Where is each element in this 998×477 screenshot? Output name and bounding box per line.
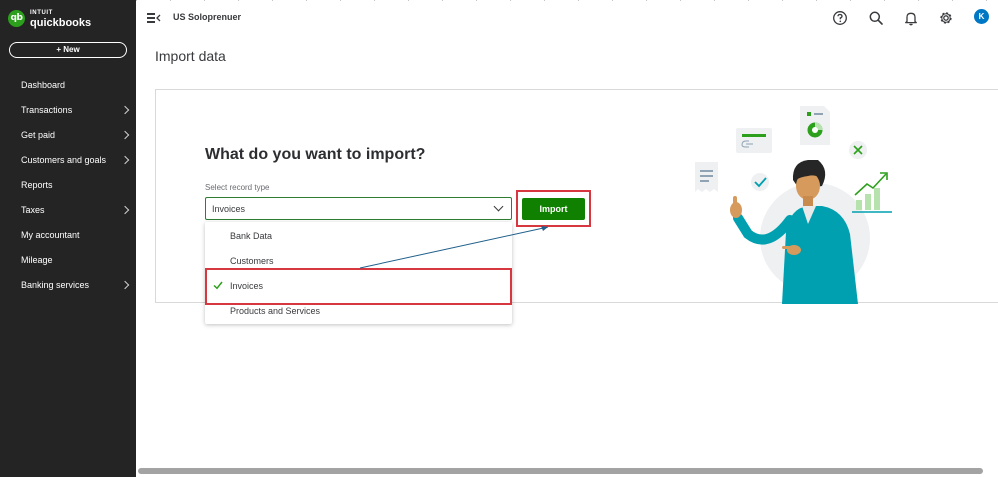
sidebar-item-label: Reports <box>21 180 53 190</box>
chevron-right-icon <box>120 105 130 115</box>
search-icon[interactable] <box>868 10 884 26</box>
import-illustration <box>695 106 892 304</box>
new-button[interactable]: + New <box>9 42 127 58</box>
sidebar-item-banking-services[interactable]: Banking services <box>0 273 136 298</box>
sidebar-item-get-paid[interactable]: Get paid <box>0 123 136 148</box>
sidebar-item-customers-and-goals[interactable]: Customers and goals <box>0 148 136 173</box>
record-type-dropdown: Bank Data Customers Invoices Products an… <box>205 222 512 324</box>
sidebar-item-label: Taxes <box>21 205 45 215</box>
sidebar-item-label: Banking services <box>21 280 90 290</box>
sidebar-item-taxes[interactable]: Taxes <box>0 198 136 223</box>
chevron-right-icon <box>120 205 130 215</box>
record-type-selected-value: Invoices <box>212 204 246 214</box>
bell-icon[interactable] <box>903 10 919 26</box>
chevron-right-icon <box>120 130 130 140</box>
record-type-select[interactable]: Invoices <box>205 197 512 220</box>
sidebar-item-dashboard[interactable]: Dashboard <box>0 73 136 98</box>
top-bar: US Soloprenuer K <box>136 0 998 36</box>
option-label: Customers <box>230 256 274 266</box>
sidebar-item-label: Transactions <box>21 105 73 115</box>
company-name[interactable]: US Soloprenuer <box>173 12 241 22</box>
sidebar-item-label: Dashboard <box>21 80 66 90</box>
sidebar: qb INTUIT quickbooks + New Dashboard Tra… <box>0 0 136 477</box>
option-label: Invoices <box>230 281 264 291</box>
sidebar-item-my-accountant[interactable]: My accountant <box>0 223 136 248</box>
logo-wordmark: INTUIT quickbooks <box>30 9 92 29</box>
chevron-right-icon <box>120 155 130 165</box>
option-invoices[interactable]: Invoices <box>205 274 512 298</box>
sidebar-item-label: Mileage <box>21 255 53 265</box>
record-type-label: Select record type <box>205 183 270 192</box>
import-button[interactable]: Import <box>522 198 585 220</box>
sidebar-item-transactions[interactable]: Transactions <box>0 98 136 123</box>
qb-logo-icon: qb <box>8 10 25 27</box>
sidebar-item-reports[interactable]: Reports <box>0 173 136 198</box>
menu-collapse-icon[interactable] <box>147 12 161 24</box>
help-icon[interactable] <box>832 10 848 26</box>
option-customers[interactable]: Customers <box>205 249 512 273</box>
page-title: Import data <box>155 48 226 64</box>
chevron-down-icon <box>493 201 504 212</box>
top-border-dots <box>136 0 998 1</box>
checkmark-icon <box>213 281 223 290</box>
sidebar-item-label: Get paid <box>21 130 56 140</box>
sidebar-item-label: My accountant <box>21 230 80 240</box>
option-label: Bank Data <box>230 231 273 241</box>
horizontal-scrollbar[interactable] <box>138 468 983 474</box>
sidebar-nav: Dashboard Transactions Get paid Customer… <box>0 73 136 298</box>
gear-icon[interactable] <box>938 10 954 26</box>
sidebar-item-mileage[interactable]: Mileage <box>0 248 136 273</box>
chevron-right-icon <box>120 280 130 290</box>
option-products-and-services[interactable]: Products and Services <box>205 299 512 323</box>
user-avatar[interactable]: K <box>974 9 989 24</box>
sidebar-item-label: Customers and goals <box>21 155 107 165</box>
logo-quickbooks-text: quickbooks <box>30 17 92 29</box>
import-question-heading: What do you want to import? <box>205 146 426 163</box>
option-bank-data[interactable]: Bank Data <box>205 224 512 248</box>
quickbooks-logo[interactable]: qb INTUIT quickbooks <box>8 9 92 29</box>
option-label: Products and Services <box>230 306 321 316</box>
